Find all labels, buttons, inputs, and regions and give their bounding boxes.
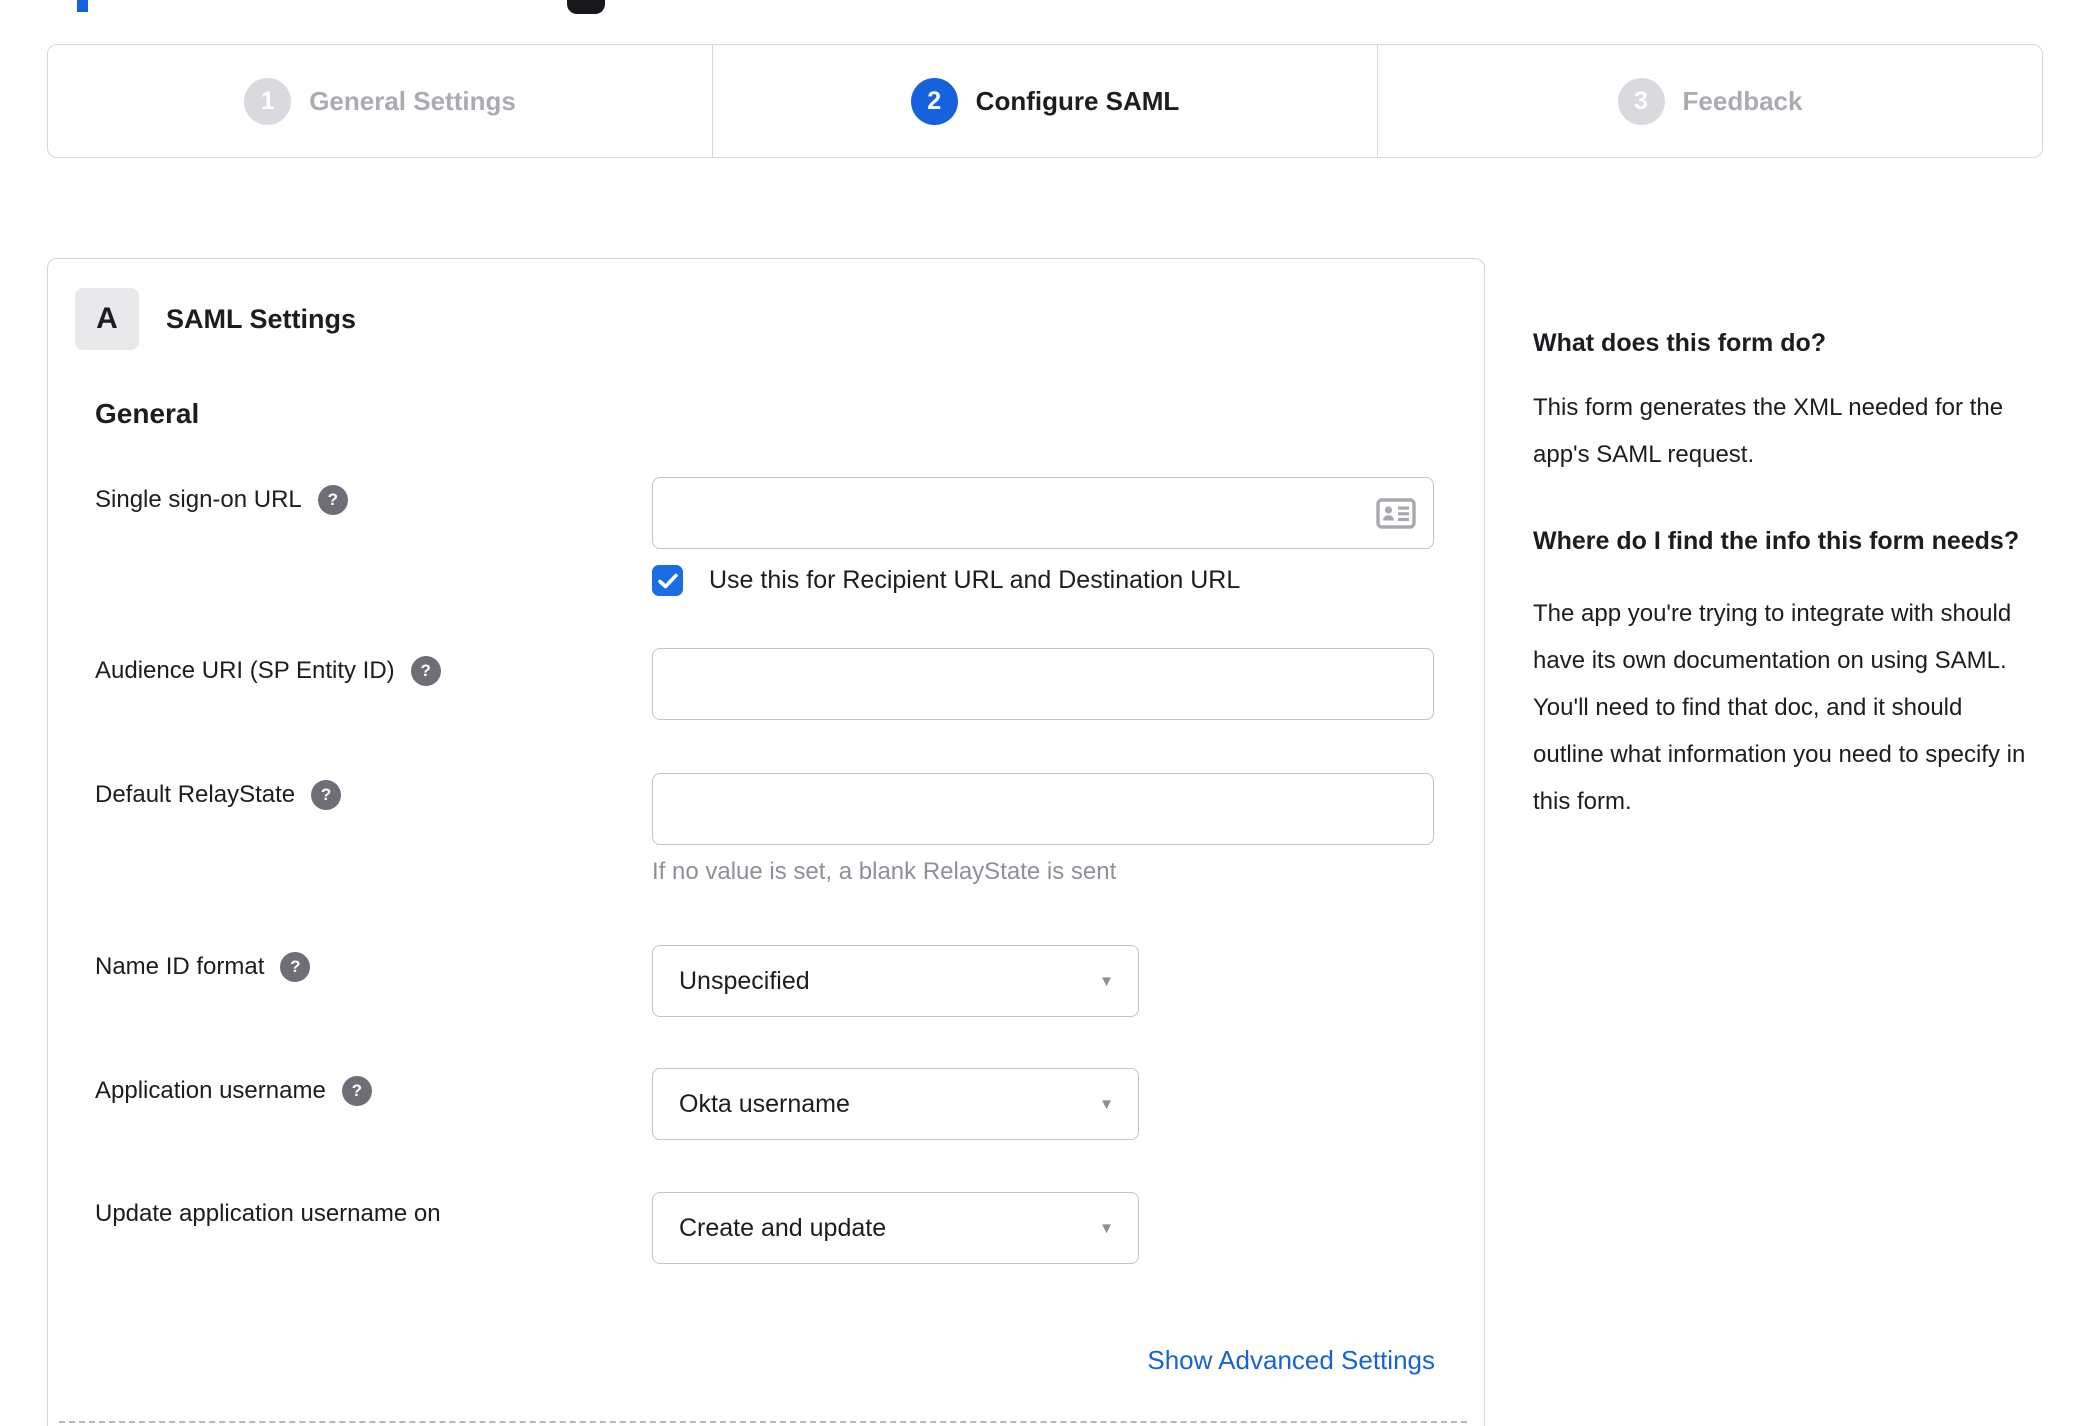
help-body-2: The app you're trying to integrate with … <box>1533 600 2026 815</box>
app-username-label: Application username <box>95 1077 326 1104</box>
app-username-select[interactable]: Okta username ▼ <box>652 1068 1139 1140</box>
name-id-format-value: Unspecified <box>679 966 810 995</box>
update-username-value: Create and update <box>679 1213 887 1242</box>
update-username-select[interactable]: Create and update ▼ <box>652 1192 1139 1264</box>
help-icon[interactable]: ? <box>341 1076 372 1106</box>
saml-settings-card: A SAML Settings General Single sign-on U… <box>47 258 1485 1426</box>
audience-uri-label-row: Audience URI (SP Entity ID) ? <box>95 656 441 686</box>
help-panel: What does this form do? This form genera… <box>1533 328 2031 825</box>
sso-url-input[interactable] <box>652 477 1434 549</box>
step-label: Configure SAML <box>975 85 1180 116</box>
wizard-stepper: 1 General Settings 2 Configure SAML 3 Fe… <box>47 44 2043 158</box>
step-configure-saml[interactable]: 2 Configure SAML <box>712 45 1377 157</box>
chevron-down-icon: ▼ <box>1099 972 1114 990</box>
section-a-badge: A <box>75 288 139 350</box>
step-number-badge: 3 <box>1617 77 1665 125</box>
dashed-divider <box>59 1421 1467 1423</box>
step-general-settings[interactable]: 1 General Settings <box>48 45 712 157</box>
sso-url-label: Single sign-on URL <box>95 486 302 513</box>
update-username-label-row: Update application username on <box>95 1199 441 1229</box>
help-icon[interactable]: ? <box>311 780 342 810</box>
app-username-value: Okta username <box>679 1089 850 1118</box>
step-feedback[interactable]: 3 Feedback <box>1377 45 2042 157</box>
step-number-badge: 1 <box>244 77 292 125</box>
audience-uri-input[interactable] <box>652 648 1434 720</box>
recipient-url-checkbox-label: Use this for Recipient URL and Destinati… <box>709 566 1241 594</box>
sso-url-label-row: Single sign-on URL ? <box>95 485 348 515</box>
help-icon[interactable]: ? <box>410 656 441 686</box>
cropped-dark-element <box>567 0 605 14</box>
help-body-1: This form generates the XML needed for t… <box>1533 394 2004 468</box>
relaystate-label: Default RelayState <box>95 781 296 808</box>
chevron-down-icon: ▼ <box>1099 1219 1114 1237</box>
relaystate-input[interactable] <box>652 773 1434 845</box>
relaystate-label-row: Default RelayState ? <box>95 780 342 810</box>
recipient-url-checkbox[interactable] <box>652 565 683 596</box>
name-id-format-label: Name ID format <box>95 953 265 980</box>
step-label: General Settings <box>309 85 516 116</box>
show-advanced-settings-link[interactable]: Show Advanced Settings <box>1147 1345 1435 1376</box>
relaystate-hint: If no value is set, a blank RelayState i… <box>652 858 1117 885</box>
update-username-label: Update application username on <box>95 1200 441 1227</box>
contact-card-icon[interactable] <box>1376 498 1416 529</box>
step-number-badge: 2 <box>910 77 958 125</box>
audience-uri-label: Audience URI (SP Entity ID) <box>95 657 395 684</box>
help-icon[interactable]: ? <box>317 485 348 515</box>
name-id-format-label-row: Name ID format ? <box>95 952 311 982</box>
general-section-heading: General <box>95 398 200 429</box>
help-icon[interactable]: ? <box>280 952 311 982</box>
name-id-format-select[interactable]: Unspecified ▼ <box>652 945 1139 1017</box>
chevron-down-icon: ▼ <box>1099 1095 1114 1113</box>
checkmark-icon <box>657 573 678 588</box>
help-heading-2: Where do I find the info this form needs… <box>1533 527 2020 555</box>
help-heading-1: What does this form do? <box>1533 329 1827 357</box>
cropped-blue-element <box>77 0 88 12</box>
app-username-label-row: Application username ? <box>95 1076 372 1106</box>
recipient-url-checkbox-row: Use this for Recipient URL and Destinati… <box>652 565 1240 596</box>
step-label: Feedback <box>1682 85 1803 116</box>
sso-url-input-wrap <box>652 477 1434 549</box>
card-title: SAML Settings <box>166 304 357 334</box>
